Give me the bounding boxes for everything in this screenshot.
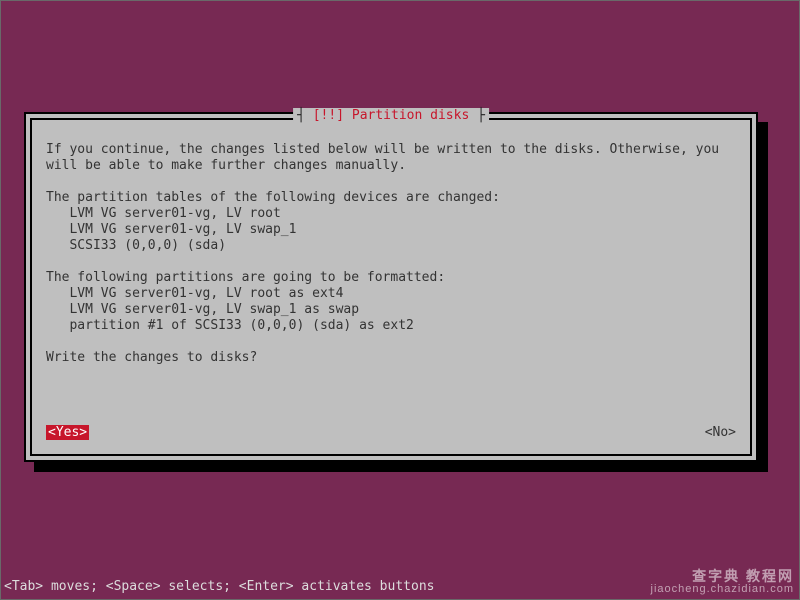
help-bar: <Tab> moves; <Space> selects; <Enter> ac…	[4, 579, 434, 594]
dialog-content: If you continue, the changes listed belo…	[32, 120, 750, 366]
watermark: 查字典 教程网 jiaocheng.chazidian.com	[651, 570, 794, 596]
format-item: LVM VG server01-vg, LV swap_1 as swap	[69, 302, 359, 317]
partition-disks-dialog: ┤ [!!] Partition disks ├ If you continue…	[24, 112, 758, 462]
format-heading: The following partitions are going to be…	[46, 270, 445, 285]
dialog-buttons: <Yes> <No>	[46, 425, 736, 440]
title-prefix: ┤	[297, 108, 305, 123]
changed-item: LVM VG server01-vg, LV root	[69, 206, 280, 221]
watermark-line1: 查字典 教程网	[651, 570, 794, 583]
intro-text: If you continue, the changes listed belo…	[46, 142, 727, 173]
confirm-question: Write the changes to disks?	[46, 350, 257, 365]
title-suffix: ├	[469, 108, 485, 123]
format-item: partition #1 of SCSI33 (0,0,0) (sda) as …	[69, 318, 413, 333]
format-item: LVM VG server01-vg, LV root as ext4	[69, 286, 343, 301]
yes-button[interactable]: <Yes>	[46, 425, 89, 440]
no-button[interactable]: <No>	[705, 425, 736, 440]
title-text: Partition disks	[352, 108, 469, 123]
changed-item: SCSI33 (0,0,0) (sda)	[69, 238, 226, 253]
changed-item: LVM VG server01-vg, LV swap_1	[69, 222, 296, 237]
dialog-title: ┤ [!!] Partition disks ├	[293, 108, 489, 123]
title-mark: [!!]	[305, 108, 352, 123]
watermark-line2: jiaocheng.chazidian.com	[651, 583, 794, 596]
dialog-inner: ┤ [!!] Partition disks ├ If you continue…	[30, 118, 752, 456]
changed-heading: The partition tables of the following de…	[46, 190, 500, 205]
